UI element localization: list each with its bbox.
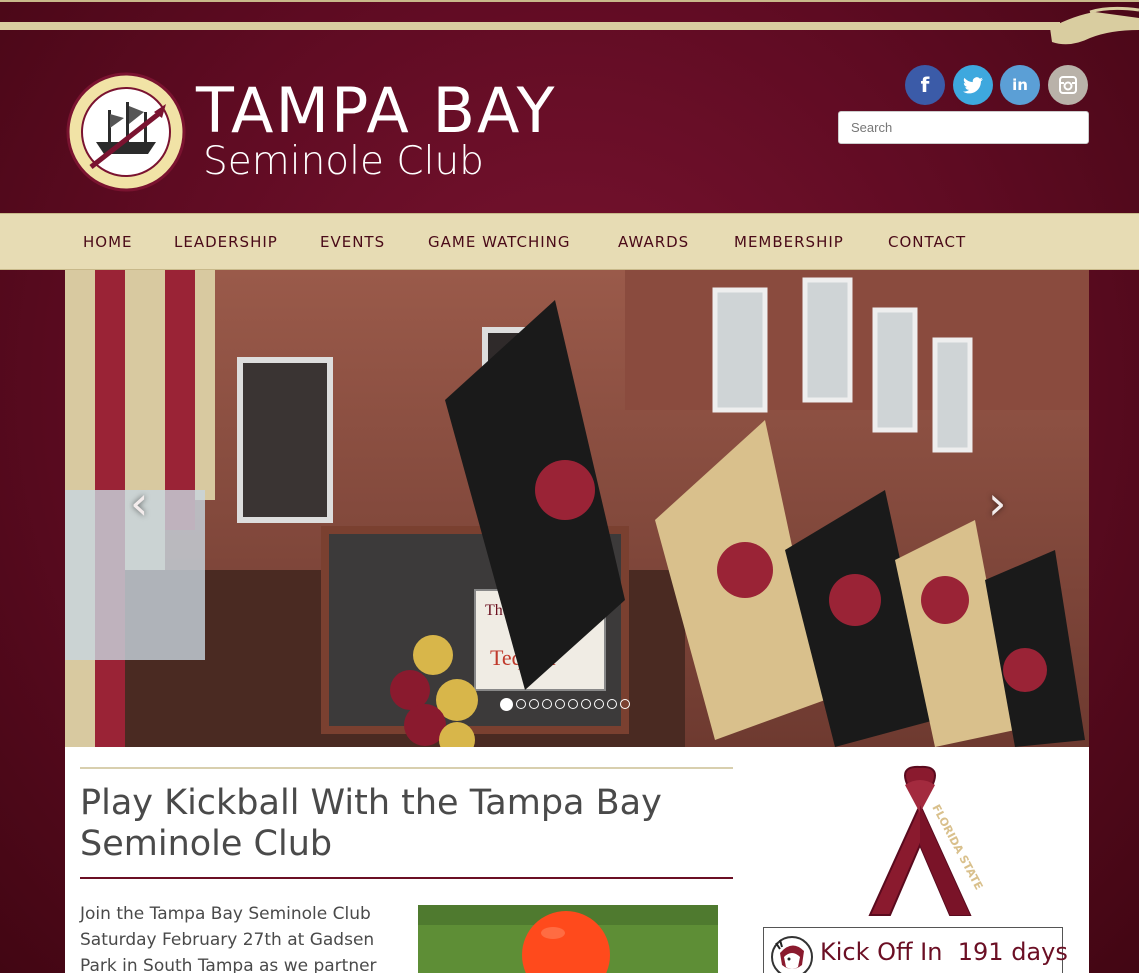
slider-next-arrow[interactable]: › xyxy=(988,480,1006,526)
slider-dot[interactable] xyxy=(555,699,565,709)
nav-item-awards[interactable]: AWARDS xyxy=(618,214,689,271)
slider-prev-arrow[interactable]: ‹ xyxy=(130,480,148,526)
main-nav: HOME LEADERSHIP EVENTS GAME WATCHING AWA… xyxy=(0,213,1139,270)
club-logo-seal[interactable] xyxy=(66,72,186,192)
slider-dot[interactable] xyxy=(568,699,578,709)
nav-item-contact[interactable]: CONTACT xyxy=(888,214,966,271)
countdown-days: 191 days xyxy=(957,938,1068,966)
slider-dot[interactable] xyxy=(516,699,526,709)
slider-dot[interactable] xyxy=(542,699,552,709)
kickoff-countdown: Kick Off In 191 days xyxy=(763,927,1068,973)
slider-dot[interactable] xyxy=(607,699,617,709)
spear-decoration xyxy=(0,0,1139,45)
slider-dot[interactable] xyxy=(581,699,591,709)
fsu-ribbon-image[interactable]: FLORIDA STATE xyxy=(850,765,990,920)
site-title[interactable]: TAMPA BAY xyxy=(196,78,557,144)
hero-slider-image: The Rooster at Tequila xyxy=(65,270,1089,747)
search-input[interactable] xyxy=(838,111,1089,144)
nav-item-events[interactable]: EVENTS xyxy=(320,214,385,271)
instagram-camera-glyph xyxy=(1059,76,1077,94)
site-subtitle[interactable]: Seminole Club xyxy=(203,140,484,184)
nav-item-home[interactable]: HOME xyxy=(83,214,133,271)
nav-item-membership[interactable]: MEMBERSHIP xyxy=(734,214,844,271)
linkedin-icon[interactable]: in xyxy=(1000,65,1040,105)
nav-item-leadership[interactable]: LEADERSHIP xyxy=(174,214,278,271)
slider-dot[interactable] xyxy=(529,699,539,709)
slider-dots xyxy=(500,698,630,713)
instagram-icon[interactable] xyxy=(1048,65,1088,105)
page: TAMPA BAY Seminole Club f in HOME LEADER… xyxy=(0,0,1139,973)
twitter-icon[interactable] xyxy=(953,65,993,105)
kickball-image[interactable] xyxy=(418,905,718,973)
slider-dot[interactable] xyxy=(500,698,513,711)
twitter-bird-glyph xyxy=(963,76,983,93)
divider xyxy=(80,767,733,769)
post-title[interactable]: Play Kickball With the Tampa Bay Seminol… xyxy=(80,783,730,865)
facebook-icon[interactable]: f xyxy=(905,65,945,105)
seminole-head-icon xyxy=(771,936,813,973)
slider-dot[interactable] xyxy=(620,699,630,709)
countdown-label: Kick Off In xyxy=(820,938,943,966)
post-excerpt: Join the Tampa Bay Seminole Club Saturda… xyxy=(80,904,377,973)
nav-item-game-watching[interactable]: GAME WATCHING xyxy=(428,214,571,271)
countdown-text: Kick Off In 191 days xyxy=(820,938,1068,966)
slider-dot[interactable] xyxy=(594,699,604,709)
title-underline xyxy=(80,877,733,879)
